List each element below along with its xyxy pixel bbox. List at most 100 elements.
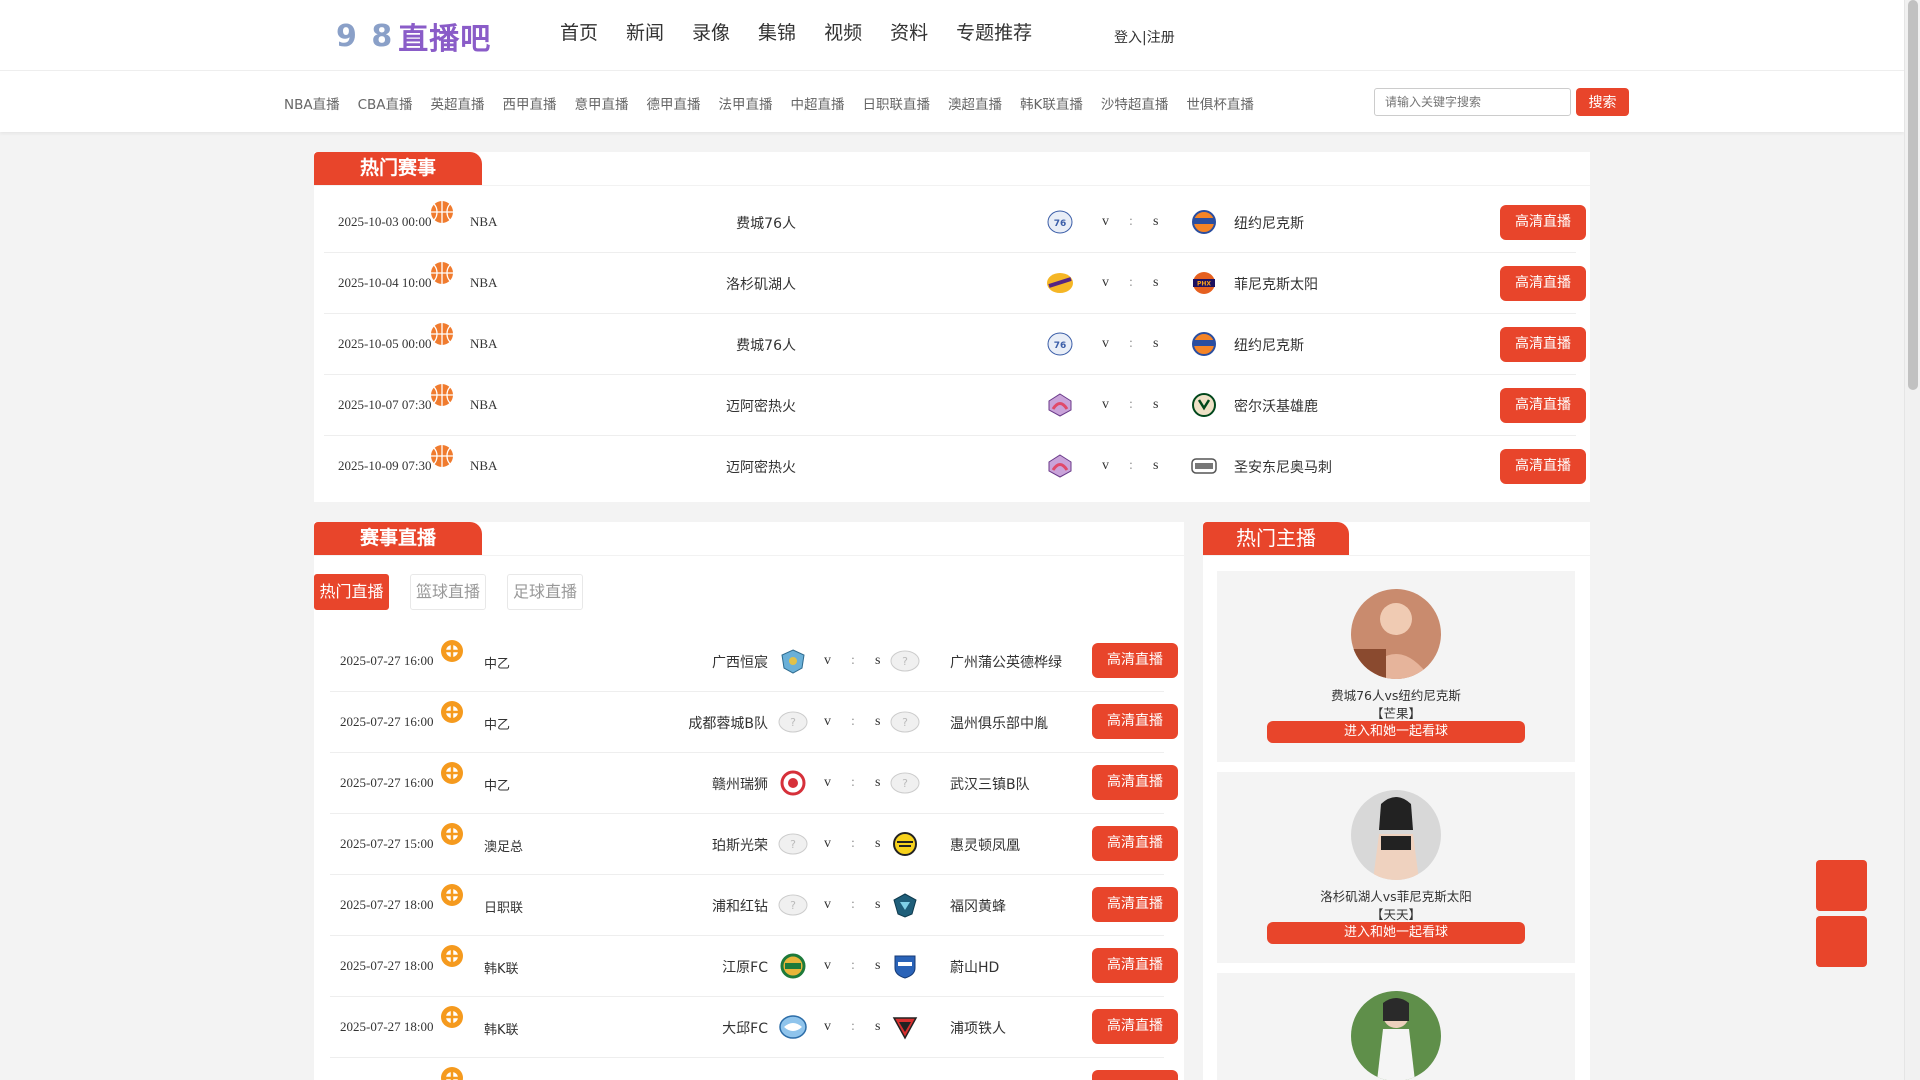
- football-icon: [440, 700, 464, 724]
- hd-live-button[interactable]: 高清直播: [1092, 704, 1178, 739]
- float-action-button[interactable]: [1816, 860, 1867, 911]
- nav-news[interactable]: 新闻: [626, 18, 664, 45]
- score-colon: :: [851, 1019, 855, 1034]
- register-link[interactable]: 注册: [1147, 30, 1175, 46]
- league-link[interactable]: 世俱杯直播: [1186, 93, 1254, 113]
- scrollbar-thumb[interactable]: [1908, 0, 1918, 390]
- football-icon: [440, 1005, 464, 1029]
- league-link[interactable]: 韩K联直播: [1020, 93, 1083, 113]
- home-team: 珀斯光荣: [712, 838, 768, 854]
- league-link[interactable]: 沙特超直播: [1101, 93, 1169, 113]
- site-logo[interactable]: 9 8 直播吧: [336, 14, 491, 58]
- anchor-avatar[interactable]: [1351, 589, 1441, 679]
- hd-live-button[interactable]: 高清直播: [1092, 765, 1178, 800]
- score-colon: :: [851, 958, 855, 973]
- tab-football-live[interactable]: 足球直播: [507, 574, 583, 610]
- nav-replay[interactable]: 录像: [692, 18, 730, 45]
- away-team: 温州俱乐部中胤: [950, 716, 1048, 732]
- football-icon: [440, 883, 464, 907]
- league-name: NBA: [470, 275, 498, 290]
- anchor-avatar[interactable]: [1351, 790, 1441, 880]
- hd-live-button[interactable]: 高清直播: [1092, 826, 1178, 861]
- league-link[interactable]: 英超直播: [431, 93, 485, 113]
- vs-v: v: [824, 714, 831, 729]
- score-colon: :: [1129, 336, 1133, 351]
- score-colon: :: [1129, 458, 1133, 473]
- vs-s: s: [1153, 458, 1159, 473]
- match-row: 2025-10-04 10:00 NBA 洛杉矶湖人 v : s PHX 菲尼克…: [324, 253, 1586, 314]
- home-team: 江原FC: [722, 960, 768, 976]
- home-team: 费城76人: [736, 216, 796, 232]
- svg-text:76: 76: [1054, 219, 1067, 229]
- top-header: 9 8 直播吧 首页 新闻 录像 集锦 视频 资料 专题推荐 登入|注册: [0, 0, 1904, 70]
- vs-s: s: [875, 836, 881, 851]
- search-button[interactable]: 搜索: [1576, 88, 1629, 116]
- anchor-card[interactable]: [1217, 973, 1575, 1080]
- match-row: 2025-07-27 16:00 中乙 广西恒宸 v : s ? 广州蒲公英德桦…: [330, 631, 1178, 692]
- team-crest-icon: [890, 831, 920, 857]
- vs-v: v: [824, 836, 831, 851]
- hd-live-button[interactable]: 高清直播: [1500, 266, 1586, 301]
- nav-video[interactable]: 视频: [824, 18, 862, 45]
- join-watch-button[interactable]: 进入和她一起看球: [1267, 721, 1525, 743]
- league-link[interactable]: 德甲直播: [647, 93, 701, 113]
- live-matches-title: 赛事直播: [314, 522, 482, 555]
- nav-data[interactable]: 资料: [890, 18, 928, 45]
- float-action-button[interactable]: [1816, 916, 1867, 967]
- svg-text:?: ?: [902, 716, 908, 729]
- basketball-icon: [430, 444, 454, 468]
- anchor-avatar[interactable]: [1351, 991, 1441, 1080]
- league-link[interactable]: 西甲直播: [503, 93, 557, 113]
- suns-logo-icon: PHX: [1190, 270, 1218, 296]
- away-team: 浦项铁人: [950, 1021, 1006, 1037]
- placeholder-crest-icon: ?: [778, 709, 808, 735]
- score-colon: :: [851, 775, 855, 790]
- league-name: 韩K联: [484, 1023, 519, 1038]
- away-team: 密尔沃基雄鹿: [1234, 399, 1318, 415]
- league-link[interactable]: 日职联直播: [863, 93, 931, 113]
- hd-live-button[interactable]: 高清直播: [1500, 449, 1586, 484]
- hot-matches-title: 热门赛事: [314, 152, 482, 185]
- league-link[interactable]: 中超直播: [791, 93, 845, 113]
- match-row: 2025-10-03 00:00 NBA 费城76人 76 v : s 纽约尼克…: [324, 192, 1586, 253]
- match-row: 2025-07-27 18:00 韩K联 大邱FC v : s 浦项铁人 高清直…: [330, 997, 1178, 1058]
- hd-live-button[interactable]: 高清直播: [1500, 388, 1586, 423]
- hd-live-button[interactable]: [1092, 1070, 1178, 1080]
- hd-live-button[interactable]: 高清直播: [1092, 1009, 1178, 1044]
- league-link[interactable]: NBA直播: [284, 93, 340, 113]
- join-watch-button[interactable]: 进入和她一起看球: [1267, 922, 1525, 944]
- league-nav: NBA直播 CBA直播 英超直播 西甲直播 意甲直播 德甲直播 法甲直播 中超直…: [284, 93, 1272, 113]
- match-time: 2025-07-27 15:00: [340, 836, 434, 851]
- hd-live-button[interactable]: 高清直播: [1500, 205, 1586, 240]
- match-time: 2025-10-09 07:30: [338, 458, 432, 473]
- league-link[interactable]: 法甲直播: [719, 93, 773, 113]
- score-colon: :: [851, 714, 855, 729]
- vs-v: v: [824, 897, 831, 912]
- login-link[interactable]: 登入: [1114, 30, 1142, 46]
- match-time: 2025-10-05 00:00: [338, 336, 432, 351]
- nav-highlights[interactable]: 集锦: [758, 18, 796, 45]
- hd-live-button[interactable]: 高清直播: [1092, 887, 1178, 922]
- basketball-icon: [430, 261, 454, 285]
- tab-hot-live[interactable]: 热门直播: [314, 574, 389, 610]
- league-link[interactable]: CBA直播: [358, 93, 413, 113]
- league-link[interactable]: 澳超直播: [948, 93, 1002, 113]
- scrollbar[interactable]: [1904, 0, 1920, 1080]
- nav-topics[interactable]: 专题推荐: [956, 18, 1032, 45]
- league-link[interactable]: 意甲直播: [575, 93, 629, 113]
- hd-live-button[interactable]: 高清直播: [1092, 948, 1178, 983]
- hd-live-button[interactable]: 高清直播: [1092, 643, 1178, 678]
- hd-live-button[interactable]: 高清直播: [1500, 327, 1586, 362]
- score-colon: :: [1129, 275, 1133, 290]
- tab-basketball-live[interactable]: 篮球直播: [410, 574, 486, 610]
- vs-s: s: [875, 775, 881, 790]
- anchor-card[interactable]: 费城76人vs纽约尼克斯 【芒果】 进入和她一起看球: [1217, 571, 1575, 762]
- anchor-card[interactable]: 洛杉矶湖人vs菲尼克斯太阳 【天天】 进入和她一起看球: [1217, 772, 1575, 963]
- vs-s: s: [1153, 214, 1159, 229]
- search-input[interactable]: [1374, 88, 1571, 116]
- vs-v: v: [824, 775, 831, 790]
- league-name: NBA: [470, 458, 498, 473]
- nav-home[interactable]: 首页: [560, 18, 598, 45]
- away-team: 武汉三镇B队: [950, 777, 1030, 793]
- match-row: 2025-10-07 07:30 NBA 迈阿密热火 v : s 密尔沃基雄鹿 …: [324, 375, 1586, 436]
